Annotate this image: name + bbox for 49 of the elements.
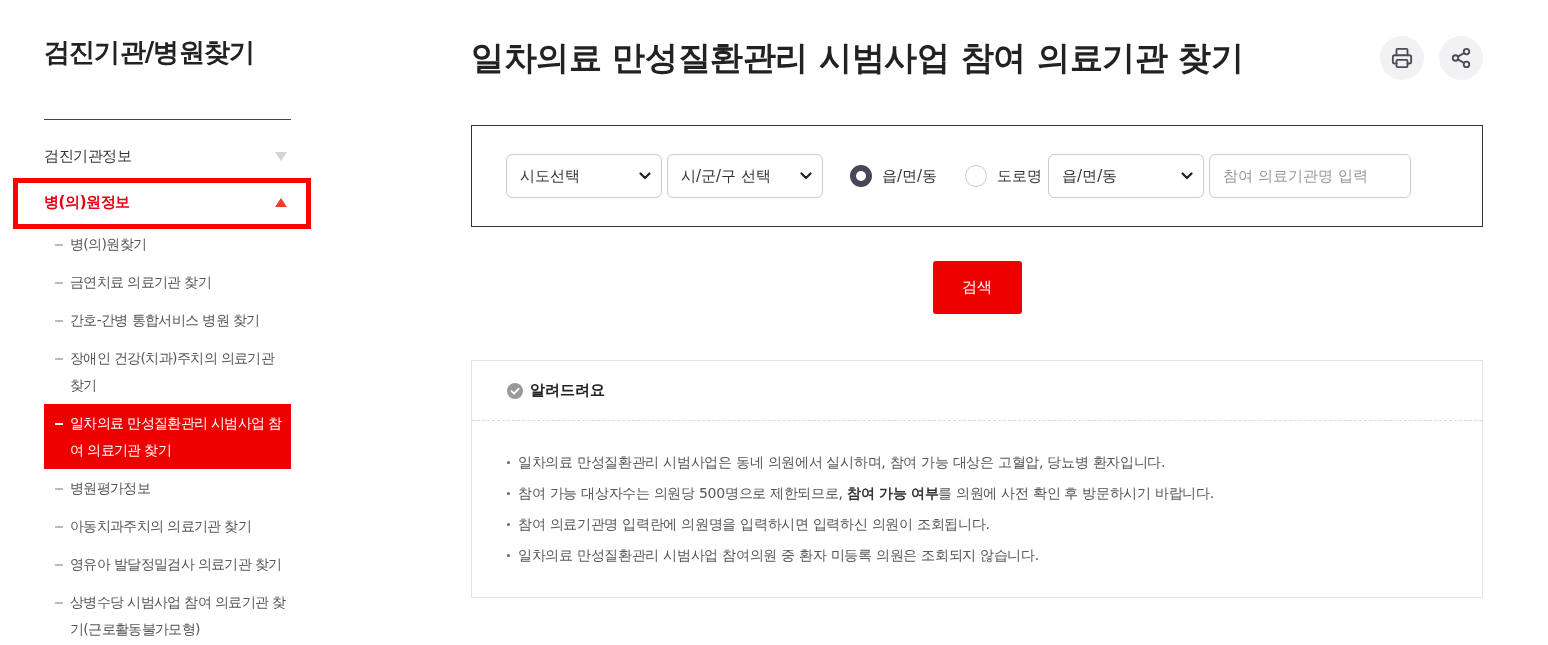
dash-icon [55, 243, 63, 246]
menu-item[interactable]: 간호-간병 통합서비스 병원 찾기 [44, 301, 291, 339]
menu-item[interactable]: 영유아 발달정밀검사 의료기관 찾기 [44, 545, 291, 583]
menu-section[interactable]: 병(의)원정보 [44, 179, 291, 225]
chevron-down-icon [1181, 172, 1194, 180]
dash-icon [55, 487, 63, 490]
radio-label[interactable]: 읍/면/동 [882, 166, 938, 186]
menu-item[interactable]: 병원평가정보 [44, 469, 291, 507]
radio-button[interactable] [850, 165, 872, 187]
share-button[interactable] [1439, 36, 1483, 80]
dropdown-select[interactable]: 읍/면/동 [1048, 154, 1205, 198]
caret-up-icon [275, 197, 287, 207]
bullet-icon [507, 554, 510, 557]
menu-section[interactable]: 검진기관정보 [44, 133, 291, 179]
notice-title: 알려드려요 [530, 381, 605, 400]
dash-icon [55, 525, 63, 528]
menu-item[interactable]: 병(의)원찾기 [44, 225, 291, 263]
radio-label[interactable]: 도로명 [997, 166, 1043, 186]
bullet-icon [507, 523, 510, 526]
dash-icon [55, 357, 63, 360]
dropdown-select[interactable]: 시/군/구 선택 [667, 154, 823, 198]
bullet-icon [507, 461, 510, 464]
notice-text: 참여 의료기관명 입력란에 의원명을 입력하시면 입력하신 의원이 조회됩니다. [518, 515, 990, 534]
dropdown-select[interactable]: 시도선택 [506, 154, 662, 198]
search-button[interactable]: 검색 [932, 261, 1022, 314]
notice-text: 일차의료 만성질환관리 시범사업은 동네 의원에서 실시하며, 참여 가능 대상은 고혈압, 당뇨병 환자입니다. [518, 453, 1166, 472]
chevron-down-icon [639, 172, 651, 180]
print-button[interactable] [1380, 36, 1424, 80]
dash-icon [55, 319, 63, 322]
dash-icon [55, 601, 63, 604]
notice-text: 일차의료 만성질환관리 시범사업 참여의원 중 환자 미등록 의원은 조회되지 않습니다. [518, 546, 1039, 565]
sidebar-title: 검진기관/병원찾기 [44, 36, 256, 69]
dash-icon [55, 281, 63, 284]
menu-item[interactable]: 아동치과주치의 의료기관 찾기 [44, 507, 291, 545]
caret-down-icon [275, 151, 287, 161]
share-icon [1450, 47, 1472, 69]
chevron-down-icon [800, 172, 812, 180]
dash-icon [55, 422, 63, 425]
bullet-icon [507, 492, 510, 495]
page-title: 일차의료 만성질환관리 시범사업 참여 의료기관 찾기 [471, 37, 1244, 79]
search-input[interactable]: 참여 의료기관명 입력 [1209, 154, 1412, 198]
dash-icon [55, 563, 63, 566]
menu-item[interactable]: 금연치료 의료기관 찾기 [44, 263, 291, 301]
menu-item[interactable]: 일차의료 만성질환관리 시범사업 참여 의료기관 찾기 [44, 404, 291, 469]
printer-icon [1391, 47, 1413, 69]
menu-item[interactable]: 장애인 건강(치과)주치의 의료기관 찾기 [44, 339, 291, 404]
check-icon [507, 382, 523, 399]
notice-text: 참여 가능 대상자수는 의원당 500명으로 제한되므로, 참여 가능 여부를 의원에 사전 확인 후 방문하시기 바랍니다. [518, 484, 1214, 503]
menu-item[interactable]: 상병수당 시범사업 참여 의료기관 찾기(근로활동불가모형) [44, 583, 291, 643]
